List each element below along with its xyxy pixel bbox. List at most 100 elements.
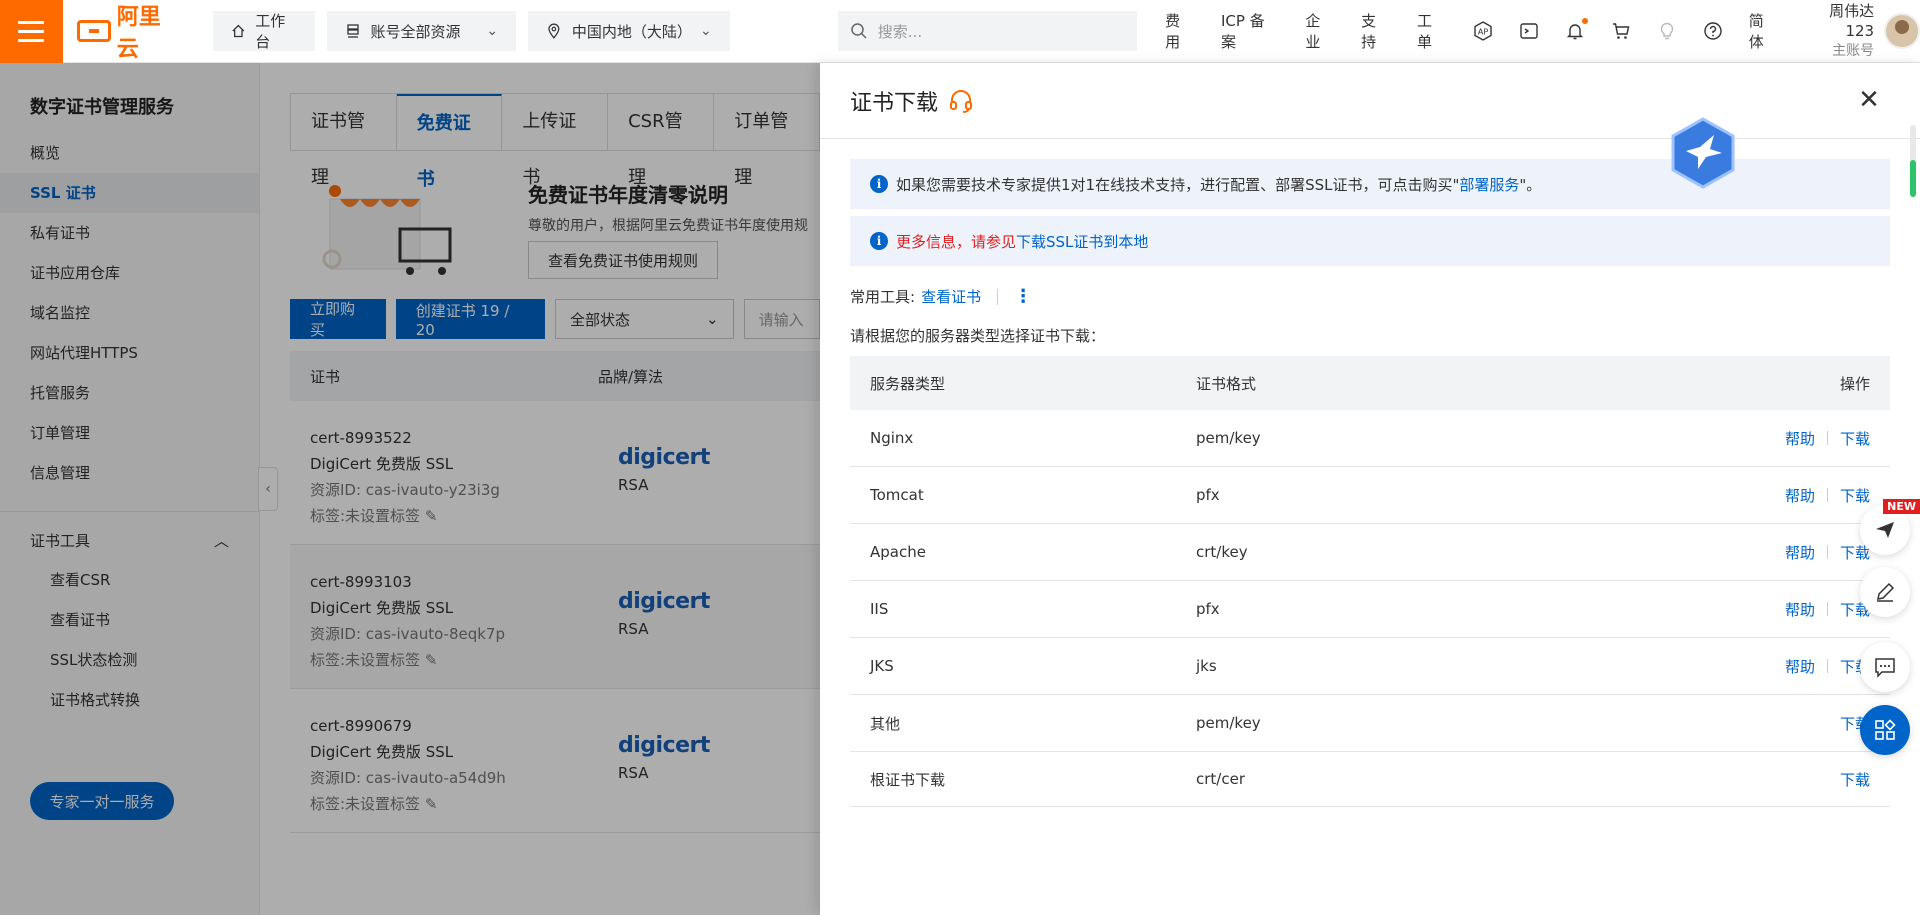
download-table-header: 服务器类型 证书格式 操作 (850, 356, 1890, 410)
cert-format: crt/cer (1196, 770, 1245, 788)
help-icon[interactable] (1703, 21, 1723, 41)
drawer-header: 证书下载 ✕ (820, 63, 1920, 139)
logo-text: 阿里云 (116, 5, 161, 62)
help-link[interactable]: 帮助 (1785, 599, 1815, 620)
close-icon[interactable]: ✕ (1856, 85, 1882, 115)
link-ticket[interactable]: 工单 (1417, 10, 1447, 52)
top-bar: 阿里云 工作台 账号全部资源 ⌄ 中国内地（大陆） ⌄ 搜索... 费用 ICP… (0, 0, 1920, 63)
home-icon (232, 24, 244, 38)
deploy-service-link[interactable]: 部署服务 (1459, 176, 1519, 194)
headset-icon[interactable] (948, 88, 974, 114)
bell-icon[interactable] (1565, 18, 1588, 41)
alert-support-suffix: "。 (1519, 175, 1542, 194)
avatar[interactable] (1884, 13, 1920, 49)
drawer-title: 证书下载 (850, 90, 939, 116)
global-search[interactable]: 搜索... (837, 11, 1138, 51)
download-table: 服务器类型 证书格式 操作 Nginx pem/key 帮助 下载 Tomcat … (850, 356, 1890, 807)
user-name: 周伟达123 (1829, 2, 1875, 40)
more-vert-icon[interactable]: ⋮ (1014, 286, 1032, 307)
menu-icon[interactable] (0, 0, 63, 63)
pencil-icon (1877, 582, 1895, 602)
chat-icon (1875, 658, 1895, 678)
server-type: Nginx (870, 429, 914, 447)
app-icon[interactable]: AP (1473, 21, 1493, 41)
edit-float-button[interactable] (1860, 567, 1910, 617)
server-hint: 请根据您的服务器类型选择证书下载： (850, 327, 1106, 345)
download-link[interactable]: 下载 (1840, 428, 1870, 449)
search-placeholder: 搜索... (877, 22, 923, 41)
server-type: Tomcat (870, 486, 924, 504)
link-icp[interactable]: ICP 备案 (1221, 10, 1279, 52)
table-row: JKS jks 帮助 下载 (850, 638, 1890, 695)
paper-plane-icon (1876, 522, 1894, 538)
search-icon (851, 23, 867, 39)
logo-mark-icon (76, 20, 111, 42)
location-icon (548, 23, 560, 39)
chevron-down-icon: ⌄ (700, 23, 712, 39)
col-server-type: 服务器类型 (870, 374, 946, 393)
user-role: 主账号 (1832, 43, 1875, 59)
modal-overlay[interactable] (0, 63, 820, 915)
more-info-text: 更多信息，请参见 (896, 232, 1017, 251)
server-type: Apache (870, 543, 926, 561)
workbench-button[interactable]: 工作台 (212, 11, 315, 51)
tools-divider (997, 288, 999, 305)
cert-download-drawer: 证书下载 ✕ i 如果您需要技术专家提供1对1在线技术支持，进行配置、部署SSL… (820, 63, 1920, 915)
download-doc-link[interactable]: 下载SSL证书到本地 (1016, 233, 1148, 251)
table-row: Nginx pem/key 帮助 下载 (850, 410, 1890, 467)
table-row: 其他 pem/key 下载 (850, 695, 1890, 752)
region-label: 中国内地（大陆） (571, 22, 692, 41)
chevron-down-icon: ⌄ (486, 23, 499, 39)
download-link[interactable]: 下载 (1840, 485, 1870, 506)
cert-format: pfx (1196, 486, 1220, 504)
resource-selector[interactable]: 账号全部资源 ⌄ (326, 11, 517, 51)
table-row: Tomcat pfx 帮助 下载 (850, 467, 1890, 524)
link-support[interactable]: 支持 (1361, 10, 1391, 52)
language-switch[interactable]: 简体 (1749, 10, 1779, 52)
link-billing[interactable]: 费用 (1165, 10, 1195, 52)
top-links: 费用 ICP 备案 企业 支持 工单 AP 简体 (1165, 10, 1778, 52)
col-operation: 操作 (1839, 374, 1870, 393)
table-row: Apache crt/key 帮助 下载 (850, 524, 1890, 581)
resource-label: 账号全部资源 (370, 22, 461, 41)
link-enterprise[interactable]: 企业 (1305, 10, 1335, 52)
info-icon: i (870, 232, 888, 250)
table-row: 根证书下载 crt/cer 下载 (850, 752, 1890, 807)
cart-icon[interactable] (1611, 21, 1631, 41)
col-cert-format: 证书格式 (1196, 374, 1257, 393)
tools-label: 常用工具: (850, 288, 916, 306)
more-info-alert: i 更多信息，请参见下载SSL证书到本地 (850, 216, 1890, 266)
server-type: JKS (870, 657, 894, 675)
region-selector[interactable]: 中国内地（大陆） ⌄ (528, 11, 730, 51)
info-icon: i (870, 175, 888, 193)
svg-text:AP: AP (1478, 28, 1488, 37)
notification-dot (1581, 18, 1588, 24)
stack-icon (346, 24, 359, 38)
help-link[interactable]: 帮助 (1785, 656, 1815, 677)
common-tools: 常用工具: 查看证书 ⋮ (850, 286, 1890, 307)
cert-format: pfx (1196, 600, 1220, 618)
server-type: 其他 (870, 714, 901, 733)
cert-format: pem/key (1196, 714, 1261, 732)
help-link[interactable]: 帮助 (1785, 485, 1815, 506)
table-row: IIS pfx 帮助 下载 (850, 581, 1890, 638)
chat-float-button[interactable] (1860, 642, 1910, 692)
workbench-label: 工作台 (255, 12, 286, 51)
drawer-body: i 如果您需要技术专家提供1对1在线技术支持，进行配置、部署SSL证书，可点击购… (820, 159, 1920, 807)
aliyun-logo[interactable]: 阿里云 (76, 0, 183, 63)
lightbulb-icon[interactable] (1657, 21, 1677, 41)
terminal-icon[interactable] (1519, 21, 1539, 41)
server-type: 根证书下载 (870, 770, 946, 789)
apps-float-button[interactable] (1860, 705, 1910, 755)
view-cert-link[interactable]: 查看证书 (921, 286, 981, 307)
assistant-bird-icon[interactable] (1670, 117, 1736, 189)
help-link[interactable]: 帮助 (1785, 542, 1815, 563)
server-type: IIS (870, 600, 889, 618)
new-badge: NEW (1883, 499, 1920, 514)
help-link[interactable]: 帮助 (1785, 428, 1815, 449)
scrollbar-thumb[interactable] (1910, 160, 1916, 197)
user-info[interactable]: 周伟达123 主账号 (1801, 1, 1874, 61)
cert-format: pem/key (1196, 429, 1261, 447)
cert-format: crt/key (1196, 543, 1248, 561)
download-link[interactable]: 下载 (1840, 769, 1870, 790)
